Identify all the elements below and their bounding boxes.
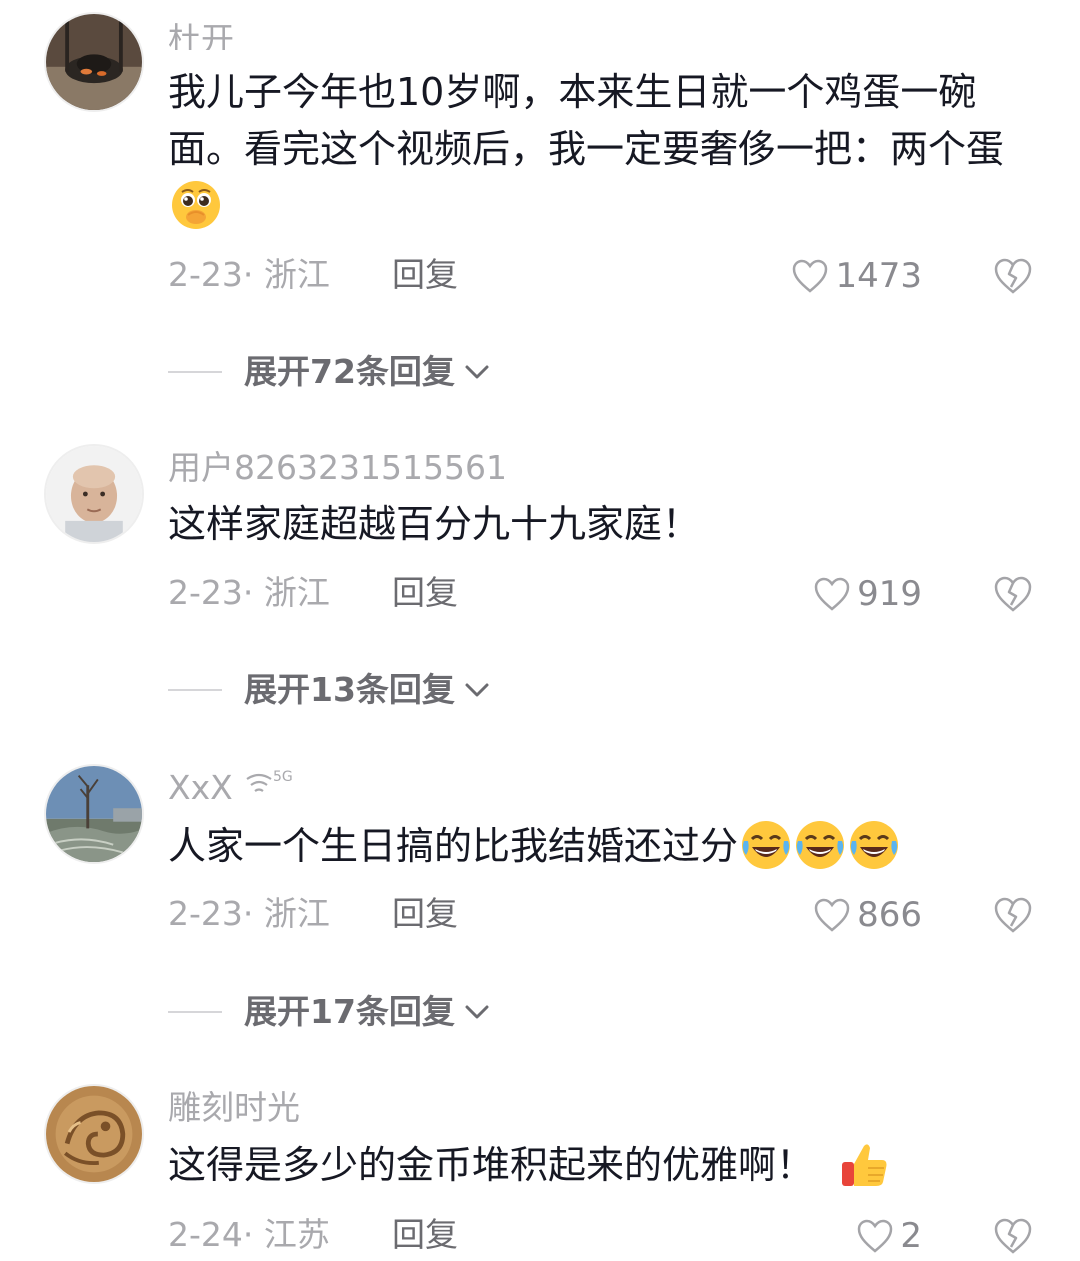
comment-text: 我儿子今年也10岁啊，本来生日就一个鸡蛋一碗面。看完这个视频后，我一定要奢侈一把…: [168, 64, 1038, 235]
date-location: 2-23· 浙江: [168, 894, 330, 933]
like-count: 2: [900, 1216, 922, 1256]
thumbs-up-emoji: [842, 1143, 887, 1186]
avatar-image: [46, 446, 142, 542]
reply-button[interactable]: 回复: [392, 255, 458, 295]
heart-icon: [814, 898, 850, 932]
username[interactable]: XxX 5G: [168, 768, 299, 810]
like-button[interactable]: 2: [856, 1216, 922, 1256]
divider-line: [168, 689, 222, 691]
like-button[interactable]: 1473: [791, 256, 922, 296]
username[interactable]: 用户8263231515561: [168, 448, 507, 488]
comment-text: 这样家庭超越百分九十九家庭！: [168, 496, 1038, 553]
expand-replies-label: 展开17条回复: [244, 992, 455, 1031]
like-button[interactable]: 919: [813, 574, 922, 614]
dislike-icon[interactable]: [992, 256, 1034, 296]
expand-replies-label: 展开72条回复: [244, 352, 455, 391]
like-button[interactable]: 866: [813, 895, 922, 935]
dislike-icon[interactable]: [992, 895, 1034, 935]
avatar[interactable]: [44, 12, 144, 112]
date-location: 2-23· 浙江: [168, 573, 330, 612]
date-location: 2-24· 江苏: [168, 1215, 330, 1254]
avatar[interactable]: [44, 764, 144, 864]
comment-text: 人家一个生日搞的比我结婚还过分: [168, 818, 1038, 875]
username[interactable]: 杜开: [168, 20, 234, 50]
expand-replies-button[interactable]: 展开17条回复: [168, 992, 491, 1032]
heart-icon: [793, 259, 828, 293]
rolling-laughing-emoji: [742, 820, 791, 869]
reply-button[interactable]: 回复: [392, 573, 458, 613]
expand-replies-button[interactable]: 展开13条回复: [168, 670, 491, 710]
dislike-icon[interactable]: [992, 1216, 1034, 1256]
like-count: 866: [857, 895, 922, 935]
like-count: 919: [857, 574, 922, 614]
heart-icon: [858, 1219, 893, 1253]
comment-text-content: 这得是多少的金币堆积起来的优雅啊！: [168, 1143, 815, 1187]
dislike-icon[interactable]: [992, 574, 1034, 614]
divider-line: [168, 1011, 222, 1013]
signal-badge: 5G: [243, 766, 299, 806]
expand-replies-label: 展开13条回复: [244, 670, 455, 709]
username-text: XxX: [168, 768, 233, 807]
avatar-image: [46, 766, 142, 862]
comment-text-content: 人家一个生日搞的比我结婚还过分: [168, 824, 739, 868]
reply-button[interactable]: 回复: [392, 894, 458, 934]
comment-text-content: 这样家庭超越百分九十九家庭！: [168, 502, 701, 546]
expand-replies-button[interactable]: 展开72条回复: [168, 352, 491, 392]
chevron-down-icon: [465, 1005, 489, 1019]
signal-label: 5G: [273, 769, 293, 785]
username[interactable]: 雕刻时光: [168, 1088, 300, 1128]
avatar-image: [46, 14, 142, 110]
reply-button[interactable]: 回复: [392, 1215, 458, 1255]
avatar[interactable]: [44, 1084, 144, 1184]
comment-text-content: 我儿子今年也10岁啊，本来生日就一个鸡蛋一碗面。看完这个视频后，我一定要奢侈一把…: [168, 70, 1005, 171]
wifi-5g-icon: 5G: [246, 769, 293, 792]
chevron-down-icon: [465, 683, 489, 697]
rolling-laughing-emoji: [796, 820, 845, 869]
avatar-image: [46, 1086, 142, 1182]
like-count: 1473: [835, 256, 922, 296]
divider-line: [168, 371, 222, 373]
date-location: 2-23· 浙江: [168, 255, 330, 294]
comment-text: 这得是多少的金币堆积起来的优雅啊！: [168, 1137, 1038, 1194]
chevron-down-icon: [465, 365, 489, 379]
heart-icon: [814, 577, 850, 611]
rolling-laughing-emoji: [850, 820, 899, 869]
avatar[interactable]: [44, 444, 144, 544]
pleading-face-emoji: [172, 180, 220, 229]
